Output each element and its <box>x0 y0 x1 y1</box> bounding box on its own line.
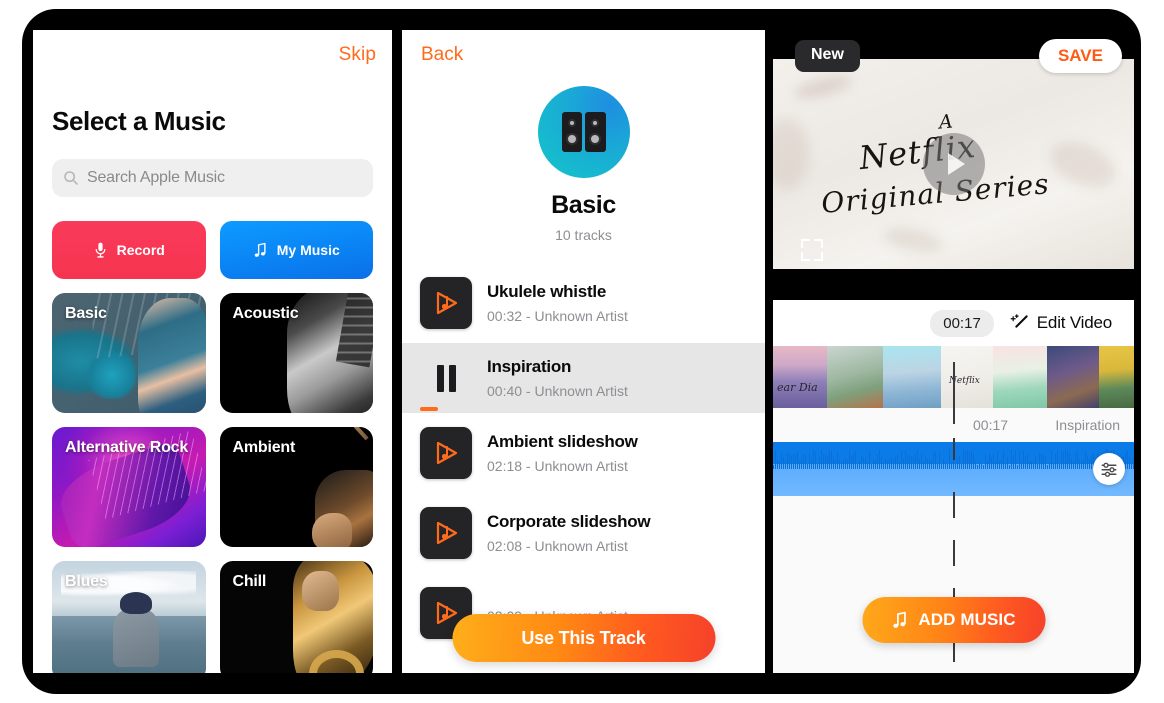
audio-track-name: Inspiration <box>1055 417 1120 433</box>
crop-handle-icon[interactable] <box>801 239 823 261</box>
track-row-selected[interactable]: Inspiration 00:40 - Unknown Artist <box>402 343 765 413</box>
genre-card-acoustic[interactable]: Acoustic <box>219 293 373 413</box>
genre-label: Ambient <box>232 439 296 456</box>
genre-card-alternative-rock[interactable]: Alternative Rock <box>52 427 206 547</box>
edit-video-button[interactable]: Edit Video <box>1010 313 1112 333</box>
my-music-label: My Music <box>276 242 340 258</box>
genre-grid: Basic Acoustic Alternative Rock Ambient <box>52 293 373 673</box>
filmstrip-frame[interactable] <box>883 346 941 408</box>
genre-card-blues[interactable]: Blues <box>52 561 206 673</box>
pause-icon[interactable] <box>420 364 472 392</box>
save-button[interactable]: SAVE <box>1038 39 1122 73</box>
filmstrip-frame[interactable]: ear Dia <box>773 346 827 408</box>
filmstrip-frame[interactable] <box>827 346 883 408</box>
microphone-icon <box>95 242 106 258</box>
track-meta: 00:32 - Unknown Artist <box>487 308 628 324</box>
timecode-badge: 00:17 <box>930 309 994 337</box>
genre-label: Alternative Rock <box>65 439 189 456</box>
track-row[interactable]: Corporate slideshow 02:08 - Unknown Arti… <box>402 493 765 573</box>
screen-video-editor: New SAVE A Netflix Original Series 00:17 <box>773 30 1134 673</box>
album-title: Basic <box>551 191 616 219</box>
album-header: Basic 10 tracks <box>402 82 765 243</box>
timeline-panel: 00:17 Edit Video ear Dia Netflix 00:17 I… <box>773 300 1134 673</box>
frame-caption: ear Dia <box>777 381 818 394</box>
track-name: Ukulele whistle <box>487 282 607 301</box>
edit-video-label: Edit Video <box>1036 313 1112 332</box>
skip-button[interactable]: Skip <box>339 44 376 66</box>
filmstrip-frame[interactable] <box>1047 346 1099 408</box>
sliders-icon <box>1101 462 1117 477</box>
screen-album-tracks: Back Basic 10 tracks Ukulele whistle 00:… <box>402 30 765 673</box>
my-music-button[interactable]: My Music <box>219 221 373 279</box>
back-button[interactable]: Back <box>421 44 463 66</box>
video-preview[interactable]: A Netflix Original Series <box>773 59 1134 269</box>
screenshot-root: Skip Select a Music Search Apple Music R… <box>0 0 1164 703</box>
track-progress-bar <box>420 407 438 411</box>
left-header: Skip <box>33 30 392 82</box>
new-badge: New <box>795 40 860 72</box>
playhead-time: 00:17 <box>973 417 1009 433</box>
filmstrip-frame[interactable] <box>993 346 1047 408</box>
action-buttons: Record My Music <box>52 221 373 279</box>
edit-toolbar: 00:17 Edit Video <box>773 300 1134 346</box>
play-note-icon <box>436 291 458 315</box>
track-meta: 02:08 - Unknown Artist <box>487 538 628 554</box>
genre-label: Acoustic <box>232 305 299 322</box>
search-icon <box>64 171 78 185</box>
track-name: Ambient slideshow <box>487 432 638 451</box>
filmstrip-frame[interactable] <box>1099 346 1134 408</box>
track-thumbnail <box>420 427 472 479</box>
genre-label: Chill <box>232 573 267 590</box>
page-title: Select a Music <box>52 106 226 136</box>
genre-card-ambient[interactable]: Ambient <box>219 427 373 547</box>
search-placeholder: Search Apple Music <box>87 169 225 186</box>
track-meta: 02:18 - Unknown Artist <box>487 458 628 474</box>
play-note-icon <box>436 521 458 545</box>
track-list: Ukulele whistle 00:32 - Unknown Artist I… <box>402 263 765 653</box>
genre-card-chill[interactable]: Chill <box>219 561 373 673</box>
mid-header: Back <box>402 30 765 82</box>
genre-label: Basic <box>65 305 107 322</box>
add-music-label: ADD MUSIC <box>918 610 1016 629</box>
add-music-button[interactable]: ADD MUSIC <box>862 597 1045 643</box>
album-artwork <box>537 86 630 178</box>
speakers-icon <box>561 112 606 152</box>
track-name: Inspiration <box>487 357 572 376</box>
audio-mixer-button[interactable] <box>1093 453 1125 485</box>
play-icon[interactable] <box>922 133 985 195</box>
music-note-icon <box>254 242 266 257</box>
screen-select-music: Skip Select a Music Search Apple Music R… <box>33 30 392 673</box>
track-name: Corporate slideshow <box>487 512 651 531</box>
track-row[interactable]: Ukulele whistle 00:32 - Unknown Artist <box>402 263 765 343</box>
magic-wand-icon <box>1010 313 1028 328</box>
track-row[interactable]: Ambient slideshow 02:18 - Unknown Artist <box>402 413 765 493</box>
track-thumbnail <box>420 507 472 559</box>
record-button[interactable]: Record <box>52 221 206 279</box>
search-input[interactable]: Search Apple Music <box>52 159 373 197</box>
play-note-icon <box>436 441 458 465</box>
track-thumbnail <box>420 277 472 329</box>
track-meta: 00:40 - Unknown Artist <box>487 383 628 399</box>
album-track-count: 10 tracks <box>555 227 612 243</box>
filmstrip-frame[interactable]: Netflix <box>941 346 993 408</box>
genre-card-basic[interactable]: Basic <box>52 293 206 413</box>
music-note-icon <box>893 611 906 628</box>
use-this-track-button[interactable]: Use This Track <box>452 614 715 662</box>
genre-label: Blues <box>65 573 108 590</box>
record-label: Record <box>116 242 165 258</box>
